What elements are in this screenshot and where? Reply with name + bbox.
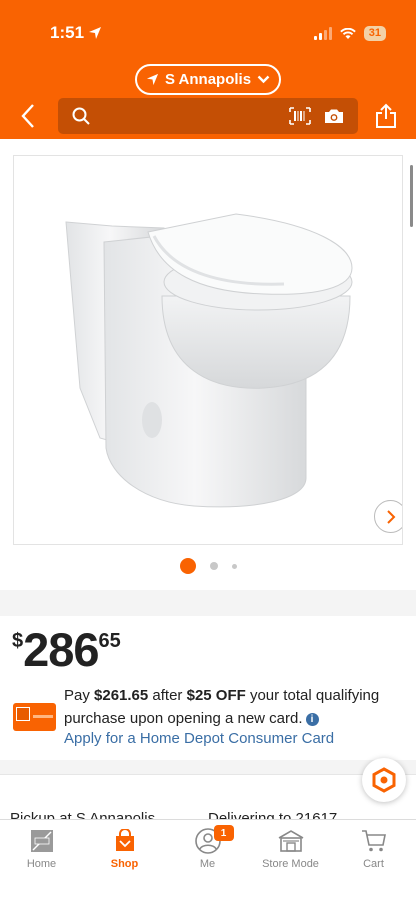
status-time: 1:51 <box>50 23 85 42</box>
price-currency: $ <box>12 630 24 652</box>
app-header: 1:51 31 S Annapolis <box>0 0 416 139</box>
store-location-label: S Annapolis <box>164 71 252 88</box>
gallery-pagination <box>0 558 416 574</box>
tab-shop[interactable]: Shop <box>83 820 166 880</box>
bottom-tab-bar: Home Shop 1 Me Store Mode Cart <box>0 819 416 905</box>
share-icon[interactable] <box>374 103 398 129</box>
product-price: $ 286 65 <box>12 626 121 674</box>
page-dot[interactable] <box>231 563 237 569</box>
apply-card-link[interactable]: Apply for a Home Depot Consumer Card <box>64 730 334 747</box>
barcode-scanner-icon[interactable] <box>289 107 311 125</box>
home-depot-logo-icon <box>30 830 53 852</box>
hexagon-icon <box>372 767 396 793</box>
tab-me[interactable]: 1 Me <box>166 820 249 880</box>
store-location-selector[interactable]: S Annapolis <box>135 64 281 95</box>
chevron-left-icon <box>21 104 34 128</box>
status-indicators: 31 <box>313 26 386 41</box>
page-dot[interactable] <box>209 562 218 570</box>
floating-assistant-button[interactable] <box>362 758 406 802</box>
notification-badge: 1 <box>213 825 234 841</box>
cellular-signal-icon <box>313 27 332 40</box>
cart-icon <box>361 830 386 852</box>
wifi-icon <box>339 27 356 39</box>
location-services-icon <box>89 27 101 39</box>
search-input[interactable] <box>58 98 358 134</box>
promo-discount: $25 OFF <box>186 687 246 704</box>
camera-icon[interactable] <box>324 108 344 124</box>
section-divider <box>0 590 416 616</box>
location-arrow-icon <box>146 73 159 86</box>
section-divider <box>0 760 416 774</box>
shop-bag-icon <box>115 829 134 851</box>
battery-indicator: 31 <box>363 26 386 41</box>
page-dot-active[interactable] <box>179 558 196 574</box>
promo-amount: $261.65 <box>94 687 149 704</box>
info-icon[interactable]: i <box>305 713 319 726</box>
scrollbar[interactable] <box>410 165 413 227</box>
tab-store-mode[interactable]: Store Mode <box>249 820 332 880</box>
tab-home[interactable]: Home <box>0 820 83 880</box>
chevron-down-icon <box>257 75 270 84</box>
home-depot-logo-icon <box>16 707 30 721</box>
tab-cart[interactable]: Cart <box>332 820 415 880</box>
credit-card-image <box>13 703 56 731</box>
card-promo-text: Pay $261.65 after $25 OFF your total qua… <box>64 687 380 727</box>
chevron-right-icon <box>386 509 395 524</box>
price-dollars: 286 <box>23 623 99 676</box>
store-icon <box>278 830 303 852</box>
price-cents: 65 <box>98 630 121 652</box>
product-image <box>65 213 353 508</box>
back-button[interactable] <box>16 102 42 130</box>
product-image-gallery[interactable] <box>13 155 403 545</box>
search-icon <box>72 107 90 125</box>
next-image-button[interactable] <box>374 500 402 533</box>
